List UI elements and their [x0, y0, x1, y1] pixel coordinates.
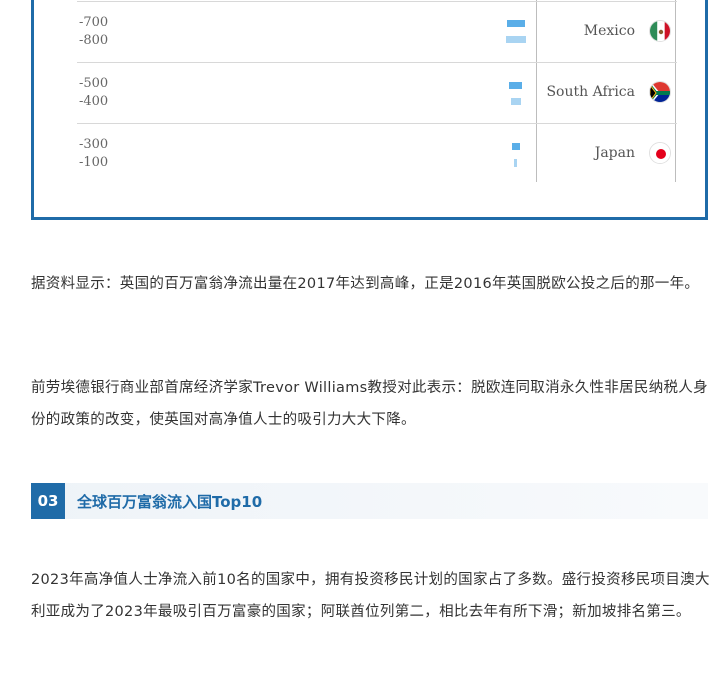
bar: [511, 98, 521, 105]
section-header: 03 全球百万富翁流入国Top10: [31, 483, 708, 519]
chart-row-japan: -300 -100 Japan: [77, 123, 677, 184]
millionaire-outflow-chart: -700 -800 Mexico -500 -400 South Africa …: [77, 0, 677, 182]
bar: [509, 82, 522, 89]
bar: [512, 143, 520, 150]
row-values: -300 -100: [79, 136, 108, 172]
bar: [506, 36, 526, 43]
paragraph-top10-inflow: 2023年高净值人士净流入前10名的国家中，拥有投资移民计划的国家占了多数。盛行…: [31, 572, 710, 620]
country-name: South Africa: [546, 84, 635, 100]
value-label: -300: [79, 137, 109, 152]
mexico-flag-icon: [649, 20, 671, 42]
japan-flag-icon: [649, 142, 671, 164]
value-label: -700: [79, 15, 109, 30]
country-name: Japan: [594, 145, 635, 161]
bar: [514, 159, 517, 167]
paragraph-expert-comment: 前劳埃德银行商业部首席经济学家Trevor Williams教授对此表示：脱欧连…: [31, 380, 708, 428]
chart-row-south-africa: -500 -400 South Africa: [77, 62, 677, 123]
bar: [507, 20, 525, 27]
section-number: 03: [31, 483, 65, 519]
value-label: -800: [79, 33, 109, 48]
row-values: -700 -800: [79, 14, 108, 50]
country-name: Mexico: [583, 23, 635, 39]
value-label: -500: [79, 76, 109, 91]
paragraph-uk-outflow: 据资料显示：英国的百万富翁净流出量在2017年达到高峰，正是2016年英国脱欧公…: [31, 276, 700, 292]
chart-frame: -700 -800 Mexico -500 -400 South Africa …: [31, 0, 708, 220]
section-title: 全球百万富翁流入国Top10: [77, 492, 263, 511]
value-label: -100: [79, 155, 109, 170]
south-africa-flag-icon: [649, 81, 671, 103]
row-values: -500 -400: [79, 75, 108, 111]
chart-row-mexico: -700 -800 Mexico: [77, 1, 677, 62]
value-label: -400: [79, 94, 109, 109]
